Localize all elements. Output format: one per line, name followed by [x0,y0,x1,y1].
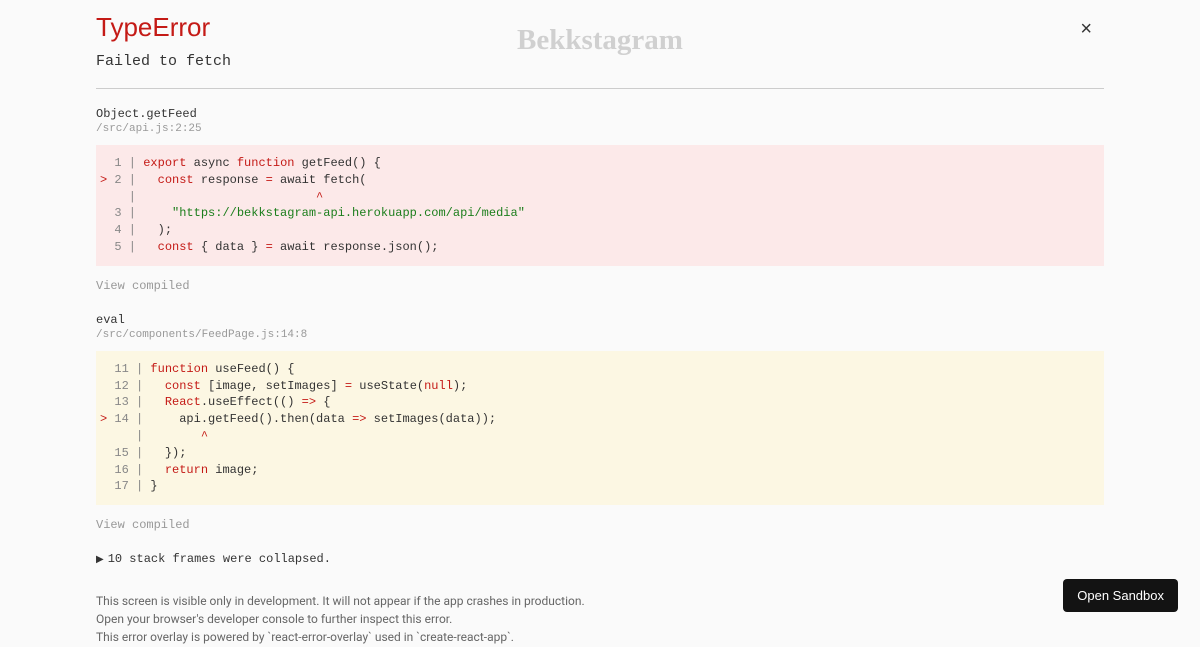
chevron-right-icon: ▶ [96,555,104,566]
code-line: 4 | ); [100,222,1100,239]
code-block-warn: 11 | function useFeed() { 12 | const [im… [96,351,1104,505]
code-line: > 14 | api.getFeed().then(data => setIma… [100,411,1100,428]
open-sandbox-button[interactable]: Open Sandbox [1063,579,1178,612]
code-line: 13 | React.useEffect(() => { [100,394,1100,411]
footer-line: This screen is visible only in developme… [96,592,1104,610]
collapsed-frames-toggle[interactable]: ▶ 10 stack frames were collapsed. [96,552,1104,566]
error-type: TypeError [96,12,1104,43]
error-message: Failed to fetch [96,53,1104,70]
stack-frame-location: /src/api.js:2:25 [96,123,1104,135]
code-line: 1 | export async function getFeed() { [100,155,1100,172]
code-line: 15 | }); [100,445,1100,462]
footer-line: This error overlay is powered by `react-… [96,628,1104,646]
code-line: 17 | } [100,478,1100,495]
stack-frame-method: eval [96,313,1104,327]
footer-note: This screen is visible only in developme… [96,592,1104,646]
error-overlay: × TypeError Failed to fetch Object.getFe… [0,0,1200,630]
stack-frame-method: Object.getFeed [96,107,1104,121]
collapsed-frames-label: 10 stack frames were collapsed. [108,552,331,566]
stack-frame-location: /src/components/FeedPage.js:14:8 [96,329,1104,341]
footer-line: Open your browser's developer console to… [96,610,1104,628]
code-line: > 2 | const response = await fetch( [100,172,1100,189]
code-line: 11 | function useFeed() { [100,361,1100,378]
code-line: 3 | "https://bekkstagram-api.herokuapp.c… [100,205,1100,222]
view-compiled-link[interactable]: View compiled [96,518,190,532]
divider [96,88,1104,89]
code-block-error: 1 | export async function getFeed() {> 2… [96,145,1104,266]
code-line: 5 | const { data } = await response.json… [100,239,1100,256]
code-line: | ^ [100,189,1100,206]
close-icon[interactable]: × [1080,18,1092,41]
code-line: 12 | const [image, setImages] = useState… [100,378,1100,395]
view-compiled-link[interactable]: View compiled [96,279,190,293]
code-line: | ^ [100,428,1100,445]
code-line: 16 | return image; [100,462,1100,479]
